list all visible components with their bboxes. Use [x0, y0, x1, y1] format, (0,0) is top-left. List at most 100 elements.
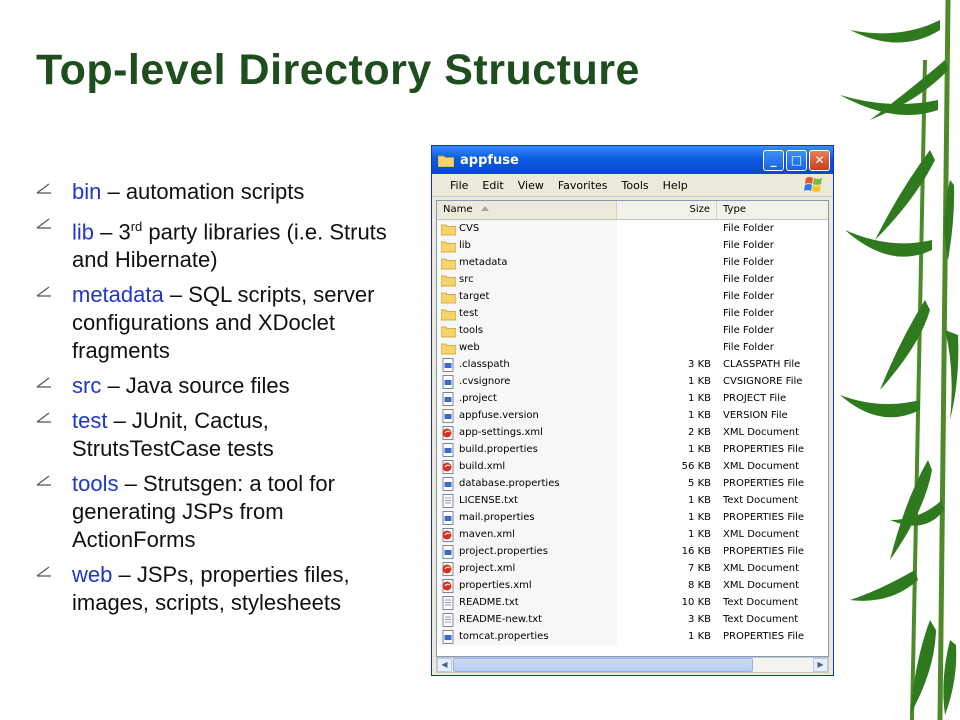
- menu-favorites[interactable]: Favorites: [558, 179, 608, 192]
- file-row[interactable]: .cvsignore 1 KB CVSIGNORE File: [437, 373, 828, 390]
- file-name-cell: project.xml: [437, 560, 617, 577]
- bullet-keyword: src: [72, 373, 102, 399]
- window-titlebar[interactable]: appfuse _ □ ✕: [432, 146, 833, 174]
- file-type: CLASSPATH File: [723, 359, 801, 370]
- file-row[interactable]: CVS File Folder: [437, 220, 828, 237]
- folder-icon: [441, 258, 456, 269]
- menu-view[interactable]: View: [518, 179, 544, 192]
- file-list: Name Size Type CVS File Folder lib File Fol…: [436, 200, 829, 657]
- document-icon: [442, 374, 454, 389]
- xml-document-icon: [442, 561, 454, 576]
- maximize-button[interactable]: □: [786, 149, 807, 171]
- bullet-list: bin – automation scripts lib – 3rd party…: [34, 178, 409, 624]
- document-icon: [442, 544, 454, 559]
- file-row[interactable]: README-new.txt 3 KB Text Document: [437, 611, 828, 628]
- bullet-test: test – JUnit, Cactus, StrutsTestCase tes…: [34, 407, 409, 463]
- file-type: PROJECT File: [723, 393, 787, 404]
- file-size: 3 KB: [688, 614, 711, 625]
- text-document-icon: [442, 612, 454, 627]
- file-row[interactable]: project.properties 16 KB PROPERTIES File: [437, 543, 828, 560]
- file-name-cell: .cvsignore: [437, 373, 617, 390]
- file-row[interactable]: .project 1 KB PROJECT File: [437, 390, 828, 407]
- file-name: mail.properties: [459, 512, 535, 523]
- column-header-size[interactable]: Size: [617, 201, 717, 219]
- file-name: project.xml: [459, 563, 516, 574]
- file-type: PROPERTIES File: [723, 546, 805, 557]
- file-row[interactable]: README.txt 10 KB Text Document: [437, 594, 828, 611]
- file-row[interactable]: LICENSE.txt 1 KB Text Document: [437, 492, 828, 509]
- folder-icon: [441, 241, 456, 252]
- minimize-icon: _: [770, 153, 777, 167]
- bullet-keyword: web: [72, 562, 113, 588]
- file-row[interactable]: build.xml 56 KB XML Document: [437, 458, 828, 475]
- file-row[interactable]: tomcat.properties 1 KB PROPERTIES File: [437, 628, 828, 645]
- menu-bar: File Edit View Favorites Tools Help: [432, 174, 833, 197]
- file-row[interactable]: target File Folder: [437, 288, 828, 305]
- file-name: test: [459, 308, 479, 319]
- file-name: README-new.txt: [459, 614, 543, 625]
- bullet-keyword: lib: [72, 219, 95, 245]
- menu-file[interactable]: File: [450, 179, 468, 192]
- file-name-cell: build.xml: [437, 458, 617, 475]
- file-type: File Folder: [723, 274, 774, 285]
- menu-tools[interactable]: Tools: [622, 179, 649, 192]
- file-name: build.properties: [459, 444, 538, 455]
- file-name-cell: lib: [437, 237, 617, 254]
- xml-document-icon: [442, 459, 454, 474]
- file-row[interactable]: database.properties 5 KB PROPERTIES File: [437, 475, 828, 492]
- file-row[interactable]: properties.xml 8 KB XML Document: [437, 577, 828, 594]
- document-icon: [442, 357, 454, 372]
- file-row[interactable]: build.properties 1 KB PROPERTIES File: [437, 441, 828, 458]
- scroll-left-button[interactable]: ◀: [437, 658, 452, 672]
- file-type: PROPERTIES File: [723, 512, 805, 523]
- file-name-cell: test: [437, 305, 617, 322]
- file-row[interactable]: test File Folder: [437, 305, 828, 322]
- file-name-cell: app-settings.xml: [437, 424, 617, 441]
- folder-icon: [441, 292, 456, 303]
- file-name-cell: tomcat.properties: [437, 628, 617, 645]
- file-size: 16 KB: [681, 546, 711, 557]
- file-row[interactable]: project.xml 7 KB XML Document: [437, 560, 828, 577]
- scroll-right-button[interactable]: ▶: [813, 658, 828, 672]
- menu-help[interactable]: Help: [663, 179, 688, 192]
- file-row[interactable]: app-settings.xml 2 KB XML Document: [437, 424, 828, 441]
- bullet-text: – JSPs, properties files, images, script…: [72, 562, 350, 616]
- file-name-cell: maven.xml: [437, 526, 617, 543]
- file-row[interactable]: maven.xml 1 KB XML Document: [437, 526, 828, 543]
- horizontal-scrollbar[interactable]: ◀ ▶: [436, 657, 829, 673]
- file-row[interactable]: mail.properties 1 KB PROPERTIES File: [437, 509, 828, 526]
- file-name: .project: [459, 393, 497, 404]
- bullet-text: – Java source files: [101, 373, 290, 399]
- bullet-marker-icon: [36, 412, 51, 423]
- file-size: 7 KB: [688, 563, 711, 574]
- minimize-button[interactable]: _: [763, 149, 784, 171]
- file-row[interactable]: web File Folder: [437, 339, 828, 356]
- column-header-name[interactable]: Name: [437, 201, 617, 219]
- slide-title: Top-level Directory Structure: [36, 46, 640, 94]
- file-row[interactable]: metadata File Folder: [437, 254, 828, 271]
- close-button[interactable]: ✕: [809, 149, 830, 171]
- file-type: File Folder: [723, 223, 774, 234]
- file-type: XML Document: [723, 427, 800, 438]
- file-row[interactable]: .classpath 3 KB CLASSPATH File: [437, 356, 828, 373]
- file-name-cell: CVS: [437, 220, 617, 237]
- close-icon: ✕: [814, 153, 825, 167]
- file-row[interactable]: src File Folder: [437, 271, 828, 288]
- folder-icon: [441, 275, 456, 286]
- file-row[interactable]: appfuse.version 1 KB VERSION File: [437, 407, 828, 424]
- document-icon: [442, 442, 454, 457]
- file-name-cell: appfuse.version: [437, 407, 617, 424]
- file-size: 10 KB: [681, 597, 711, 608]
- scroll-thumb[interactable]: [453, 658, 753, 672]
- file-name: CVS: [459, 223, 480, 234]
- column-header-type[interactable]: Type: [717, 201, 828, 219]
- file-row[interactable]: lib File Folder: [437, 237, 828, 254]
- file-row[interactable]: tools File Folder: [437, 322, 828, 339]
- bullet-keyword: test: [72, 408, 108, 434]
- file-name: maven.xml: [459, 529, 515, 540]
- bullet-lib: lib – 3rd party libraries (i.e. Struts a…: [34, 213, 409, 274]
- file-name: build.xml: [459, 461, 506, 472]
- document-icon: [442, 408, 454, 423]
- file-type: XML Document: [723, 563, 800, 574]
- menu-edit[interactable]: Edit: [482, 179, 503, 192]
